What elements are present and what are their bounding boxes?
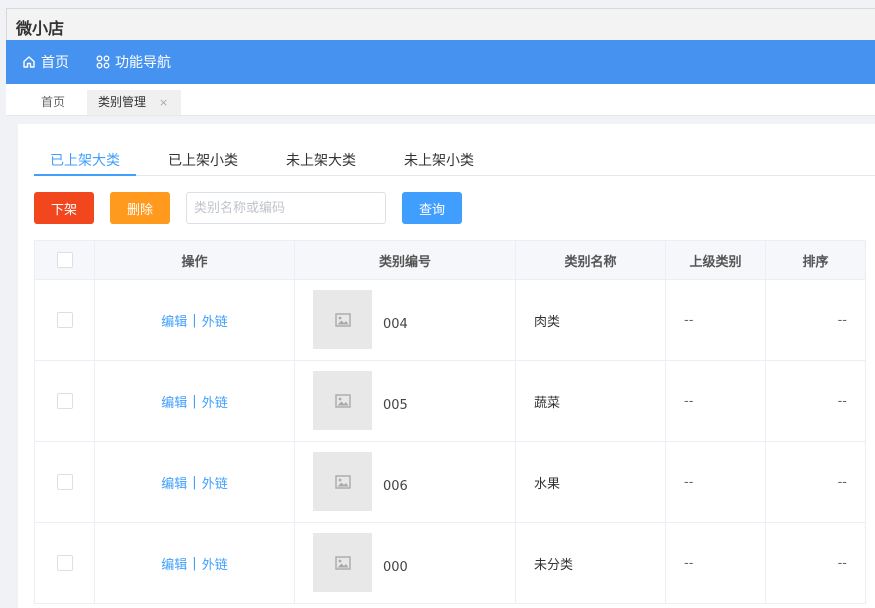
category-code: 006 [383, 479, 408, 494]
image-placeholder-icon [334, 393, 351, 408]
table-row: 编辑 | 外链 000 未分类 -- -- [35, 523, 866, 604]
header-checkbox-cell [35, 241, 95, 279]
row-checkbox-cell [35, 442, 95, 522]
header-name: 类别名称 [516, 241, 666, 279]
parent-category: -- [666, 523, 766, 603]
row-checkbox-cell [35, 280, 95, 360]
category-thumbnail [313, 371, 372, 430]
row-code-cell: 000 [295, 523, 516, 603]
sort-order: -- [766, 280, 866, 360]
close-icon[interactable]: × [159, 90, 168, 115]
row-checkbox-cell [35, 523, 95, 603]
query-button[interactable]: 查询 [402, 192, 462, 224]
action-separator: | [192, 393, 197, 409]
page-tab-category-label: 类别管理 [98, 95, 147, 109]
header-parent: 上级类别 [666, 241, 766, 279]
table-header: 操作 类别编号 类别名称 上级类别 排序 [35, 241, 866, 280]
external-link[interactable]: 外链 [202, 392, 228, 411]
nav-home-label: 首页 [41, 55, 69, 71]
category-tabs: 已上架大类 已上架小类 未上架大类 未上架小类 [34, 144, 875, 176]
nav-home[interactable]: 首页 [22, 40, 69, 84]
category-code: 000 [383, 560, 408, 575]
edit-link[interactable]: 编辑 [161, 392, 187, 411]
category-code: 004 [383, 317, 408, 332]
row-checkbox-cell [35, 361, 95, 441]
tab-listed-minor[interactable]: 已上架小类 [168, 150, 238, 170]
home-icon [23, 56, 35, 68]
page-tabs: 首页 类别管理 × [6, 84, 875, 116]
row-code-cell: 004 [295, 280, 516, 360]
edit-link[interactable]: 编辑 [161, 554, 187, 573]
image-placeholder-icon [334, 555, 351, 570]
offshelf-button[interactable]: 下架 [34, 192, 94, 224]
external-link[interactable]: 外链 [202, 473, 228, 492]
external-link[interactable]: 外链 [202, 554, 228, 573]
action-separator: | [192, 312, 197, 328]
sort-order: -- [766, 361, 866, 441]
app-titlebar: 微小店 [6, 8, 875, 40]
active-tab-indicator [34, 174, 136, 176]
row-actions: 编辑 | 外链 [95, 523, 295, 603]
row-checkbox[interactable] [56, 312, 73, 328]
image-placeholder-icon [334, 474, 351, 489]
search-input[interactable] [186, 192, 386, 224]
content-card: 已上架大类 已上架小类 未上架大类 未上架小类 下架 删除 查询 操作 类别编号… [18, 124, 875, 608]
edit-link[interactable]: 编辑 [161, 473, 187, 492]
table-row: 编辑 | 外链 005 蔬菜 -- -- [35, 361, 866, 442]
tab-unlisted-major[interactable]: 未上架大类 [286, 150, 356, 170]
category-name: 蔬菜 [516, 361, 666, 441]
parent-category: -- [666, 280, 766, 360]
row-actions: 编辑 | 外链 [95, 442, 295, 522]
category-name: 未分类 [516, 523, 666, 603]
select-all-checkbox[interactable] [56, 252, 73, 268]
category-thumbnail [313, 533, 372, 592]
category-name: 肉类 [516, 280, 666, 360]
tab-unlisted-minor[interactable]: 未上架小类 [404, 150, 474, 170]
category-thumbnail [313, 290, 372, 349]
sort-order: -- [766, 523, 866, 603]
action-separator: | [192, 474, 197, 490]
action-separator: | [192, 555, 197, 571]
nav-functions[interactable]: 功能导航 [96, 40, 171, 84]
tab-listed-major[interactable]: 已上架大类 [50, 150, 120, 170]
category-thumbnail [313, 452, 372, 511]
edit-link[interactable]: 编辑 [161, 311, 187, 330]
table-row: 编辑 | 外链 004 肉类 -- -- [35, 280, 866, 361]
category-name: 水果 [516, 442, 666, 522]
row-actions: 编辑 | 外链 [95, 361, 295, 441]
table-row: 编辑 | 外链 006 水果 -- -- [35, 442, 866, 523]
row-checkbox[interactable] [56, 393, 73, 409]
parent-category: -- [666, 442, 766, 522]
category-table: 操作 类别编号 类别名称 上级类别 排序 编辑 | 外链 004 肉类 -- -- [34, 240, 866, 604]
header-op: 操作 [95, 241, 295, 279]
nav-functions-label: 功能导航 [115, 55, 171, 71]
row-code-cell: 006 [295, 442, 516, 522]
page-tab-home[interactable]: 首页 [41, 90, 65, 115]
category-code: 005 [383, 398, 408, 413]
header-code: 类别编号 [295, 241, 516, 279]
header-sort: 排序 [766, 241, 866, 279]
app-title: 微小店 [16, 19, 65, 38]
delete-button[interactable]: 删除 [110, 192, 170, 224]
row-checkbox[interactable] [56, 474, 73, 490]
sort-order: -- [766, 442, 866, 522]
parent-category: -- [666, 361, 766, 441]
row-checkbox[interactable] [56, 555, 73, 571]
top-navbar: 首页 功能导航 [6, 40, 875, 84]
image-placeholder-icon [334, 312, 351, 327]
external-link[interactable]: 外链 [202, 311, 228, 330]
page-tab-category[interactable]: 类别管理 × [87, 90, 181, 115]
row-code-cell: 005 [295, 361, 516, 441]
row-actions: 编辑 | 外链 [95, 280, 295, 360]
grid-apps-icon [96, 55, 110, 69]
